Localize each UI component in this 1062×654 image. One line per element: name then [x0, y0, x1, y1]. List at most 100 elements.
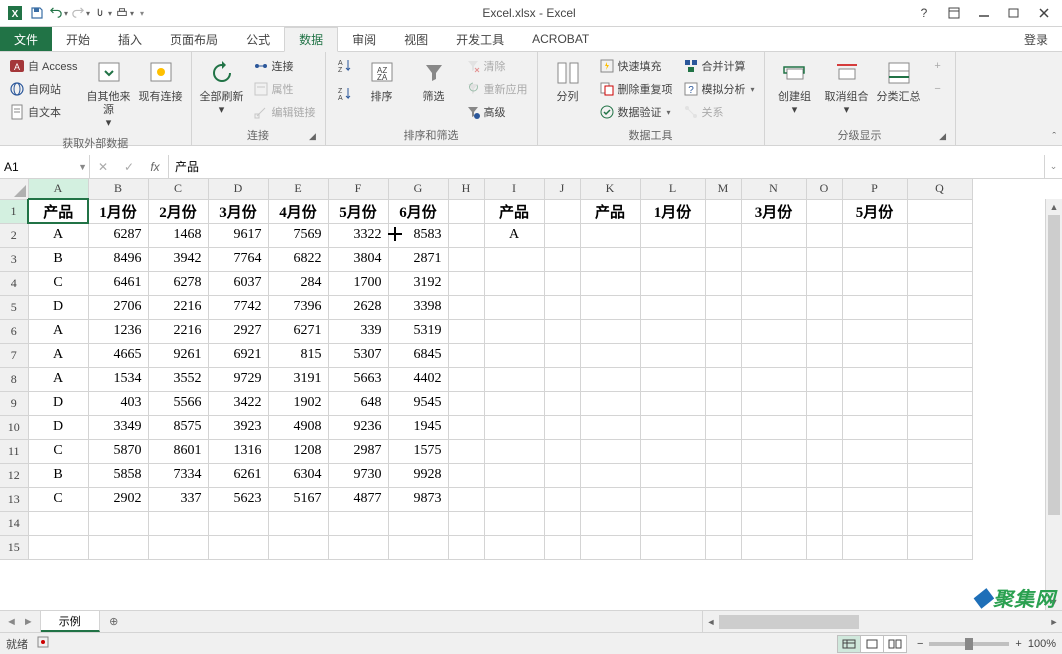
cell[interactable] [580, 439, 640, 463]
cell[interactable] [484, 487, 544, 511]
cell[interactable]: 2902 [88, 487, 148, 511]
cell[interactable]: 1316 [208, 439, 268, 463]
cell[interactable] [448, 271, 484, 295]
cell[interactable] [907, 343, 972, 367]
cell[interactable]: 4月份 [268, 199, 328, 223]
zoom-level[interactable]: 100% [1028, 638, 1056, 650]
cell[interactable] [580, 391, 640, 415]
cell[interactable]: 6月份 [388, 199, 448, 223]
cell[interactable] [640, 319, 705, 343]
cell[interactable] [208, 511, 268, 535]
cell[interactable]: 5307 [328, 343, 388, 367]
cell[interactable] [544, 199, 580, 223]
cell[interactable] [388, 511, 448, 535]
cell[interactable]: 7334 [148, 463, 208, 487]
cell[interactable]: 6261 [208, 463, 268, 487]
cell[interactable] [705, 295, 741, 319]
cell[interactable] [484, 463, 544, 487]
cell[interactable]: 7396 [268, 295, 328, 319]
cell[interactable]: 7764 [208, 247, 268, 271]
cell[interactable]: 产品 [28, 199, 88, 223]
row-header[interactable]: 9 [0, 391, 28, 415]
col-header[interactable]: I [484, 179, 544, 199]
cell[interactable]: A [484, 223, 544, 247]
cell[interactable] [806, 415, 842, 439]
cell[interactable] [448, 463, 484, 487]
row-header[interactable]: 3 [0, 247, 28, 271]
col-header[interactable]: P [842, 179, 907, 199]
cell[interactable] [806, 511, 842, 535]
cell[interactable] [580, 343, 640, 367]
cell[interactable] [741, 439, 806, 463]
next-sheet-icon[interactable]: ► [23, 616, 34, 628]
from-text-button[interactable]: 自文本 [6, 101, 81, 123]
row-header[interactable]: 2 [0, 223, 28, 247]
col-header[interactable]: A [28, 179, 88, 199]
cell[interactable] [640, 391, 705, 415]
cell[interactable] [705, 391, 741, 415]
cell[interactable] [705, 463, 741, 487]
cell[interactable]: 3349 [88, 415, 148, 439]
cell[interactable]: 9729 [208, 367, 268, 391]
cell[interactable] [580, 367, 640, 391]
cell[interactable] [484, 367, 544, 391]
cell[interactable]: 2706 [88, 295, 148, 319]
cell[interactable]: 2216 [148, 319, 208, 343]
minimize-icon[interactable] [970, 3, 998, 23]
save-icon[interactable] [28, 4, 46, 22]
cell[interactable]: 337 [148, 487, 208, 511]
data-validation-button[interactable]: 数据验证 [596, 101, 676, 123]
subtotal-button[interactable]: 分类汇总 [875, 55, 923, 106]
col-header[interactable]: C [148, 179, 208, 199]
cell[interactable] [907, 535, 972, 559]
cell[interactable] [842, 223, 907, 247]
cell[interactable] [640, 535, 705, 559]
vertical-scrollbar[interactable]: ▲ ▼ [1045, 199, 1062, 610]
add-sheet-button[interactable]: ⊕ [100, 611, 128, 632]
cell[interactable] [580, 463, 640, 487]
consolidate-button[interactable]: 合并计算 [680, 55, 758, 77]
text-to-columns-button[interactable]: 分列 [544, 55, 592, 106]
cell[interactable]: 5663 [328, 367, 388, 391]
cell[interactable]: D [28, 295, 88, 319]
cell[interactable] [806, 391, 842, 415]
tab-file[interactable]: 文件 [0, 27, 52, 51]
cell[interactable] [580, 247, 640, 271]
cell[interactable] [640, 487, 705, 511]
page-break-view-button[interactable] [883, 635, 907, 653]
advanced-filter-button[interactable]: 高级 [462, 101, 531, 123]
row-header[interactable]: 10 [0, 415, 28, 439]
cell[interactable]: 6822 [268, 247, 328, 271]
cell[interactable] [448, 439, 484, 463]
qat-customize-icon[interactable]: ▾ [138, 9, 146, 18]
cell[interactable]: 339 [328, 319, 388, 343]
cell[interactable] [741, 391, 806, 415]
cell[interactable] [705, 199, 741, 223]
cell[interactable]: 2987 [328, 439, 388, 463]
cell[interactable] [88, 535, 148, 559]
fx-icon[interactable]: fx [142, 160, 168, 174]
cell[interactable]: 4877 [328, 487, 388, 511]
cell[interactable] [544, 463, 580, 487]
cell[interactable] [544, 343, 580, 367]
col-header[interactable]: B [88, 179, 148, 199]
cell[interactable]: 9236 [328, 415, 388, 439]
cell[interactable] [842, 439, 907, 463]
cell[interactable]: 6845 [388, 343, 448, 367]
touch-mode-icon[interactable] [94, 4, 112, 22]
cell[interactable]: 3191 [268, 367, 328, 391]
row-header[interactable]: 12 [0, 463, 28, 487]
cell[interactable] [28, 511, 88, 535]
cell[interactable]: 4908 [268, 415, 328, 439]
cell[interactable]: 2927 [208, 319, 268, 343]
cell[interactable] [741, 415, 806, 439]
cell[interactable] [842, 487, 907, 511]
row-header[interactable]: 7 [0, 343, 28, 367]
help-icon[interactable]: ? [910, 3, 938, 23]
select-all-corner[interactable] [0, 179, 28, 199]
cell[interactable] [484, 535, 544, 559]
cell[interactable] [640, 295, 705, 319]
cell[interactable] [544, 319, 580, 343]
cell[interactable]: D [28, 391, 88, 415]
cell[interactable]: 9545 [388, 391, 448, 415]
